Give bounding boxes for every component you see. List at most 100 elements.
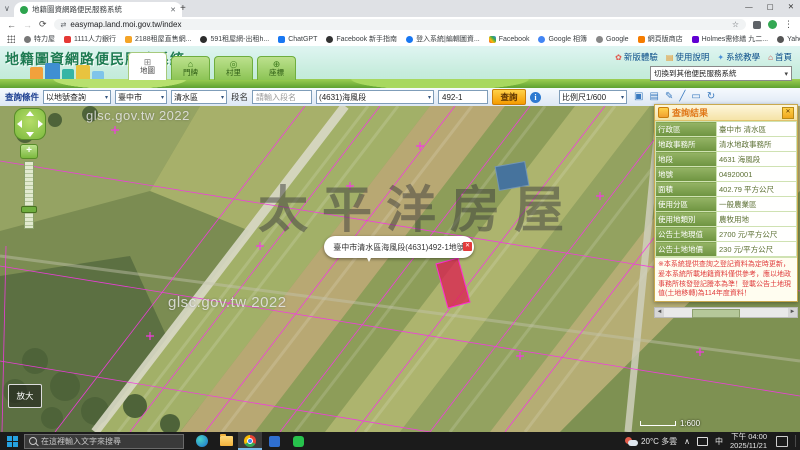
taskbar-mail-icon[interactable] — [262, 432, 286, 450]
scale-select[interactable]: 比例尺1/600▾ — [559, 90, 627, 104]
section-select[interactable]: (4631)海風段▾ — [316, 90, 434, 104]
switch-system-select[interactable]: 切換到其他便民服務系統 ▾ — [650, 66, 792, 81]
network-icon[interactable] — [697, 437, 708, 446]
link-instructions[interactable]: ▤使用說明 — [666, 51, 710, 63]
scroll-left-icon[interactable]: ◄ — [655, 308, 664, 317]
taskbar-apps — [190, 432, 310, 450]
bookmark-item[interactable]: 1111人力銀行 — [64, 34, 116, 44]
maximize-button[interactable]: ▢ — [767, 2, 774, 11]
clock[interactable]: 下午 04:00 2025/11/21 — [730, 432, 767, 450]
bookmark-item[interactable]: 2188租屋直售網... — [125, 34, 191, 44]
tray-expand-icon[interactable]: ∧ — [684, 437, 690, 446]
bookmark-favicon — [777, 36, 784, 43]
bookmark-favicon — [538, 36, 545, 43]
bookmark-item[interactable]: 登入系統|編輯圖資... — [406, 34, 480, 44]
scroll-right-icon[interactable]: ► — [788, 308, 797, 317]
header-links: ✿新版體驗 ▤使用說明 ✦系統教學 ⌂首頁 — [615, 51, 792, 63]
tab-close-icon[interactable]: ✕ — [170, 6, 176, 14]
bookmark-item[interactable]: 特力屋 — [24, 34, 55, 44]
reload-icon[interactable]: ⟳ — [39, 19, 47, 30]
panel-close-button[interactable]: ✕ — [782, 107, 794, 119]
forward-icon[interactable]: → — [23, 20, 32, 30]
taskbar-search-input[interactable]: 在這裡輸入文字來搜尋 — [24, 434, 184, 449]
district-select[interactable]: 清水區▾ — [171, 90, 227, 104]
bookmark-item[interactable]: ChatGPT — [278, 36, 317, 43]
taskbar-line-icon[interactable] — [286, 432, 310, 450]
link-new-version[interactable]: ✿新版體驗 — [615, 51, 658, 63]
bookmark-item[interactable]: Yahoo首頁 — [777, 34, 800, 44]
bookmark-favicon — [24, 36, 31, 43]
section-name-input[interactable]: 請輸入段名 — [252, 90, 312, 104]
bookmark-item[interactable]: Facebook 新手指南 — [326, 34, 397, 44]
parcel-number-input[interactable]: 492-1 — [438, 90, 488, 104]
profile-avatar[interactable] — [768, 20, 777, 29]
notification-icon[interactable] — [776, 436, 788, 447]
scroll-thumb[interactable] — [692, 309, 740, 318]
browser-toolbar: ← → ⟳ ⇄ easymap.land.moi.gov.tw/index ☆ … — [0, 17, 800, 32]
pan-right-icon[interactable] — [38, 120, 43, 128]
zoom-in-button[interactable]: + — [20, 144, 38, 159]
ime-indicator[interactable]: 中 — [715, 436, 723, 447]
zoom-handle[interactable] — [21, 206, 37, 213]
city-select[interactable]: 臺中市▾ — [115, 90, 167, 104]
callout-close-icon[interactable]: ✕ — [463, 242, 472, 251]
pan-control[interactable] — [14, 108, 46, 140]
link-tutorial[interactable]: ✦系統教學 — [717, 51, 760, 63]
extensions-icon[interactable] — [753, 21, 761, 29]
overview-zoom-box[interactable]: 放大 — [8, 384, 42, 408]
reset-icon[interactable]: ↻ — [707, 92, 715, 102]
url-bar[interactable]: ⇄ easymap.land.moi.gov.tw/index ☆ — [54, 19, 746, 30]
minimize-button[interactable]: — — [745, 2, 753, 11]
tab-search-icon[interactable]: ∨ — [4, 4, 10, 13]
section-name-label: 段名 — [231, 91, 248, 103]
scale-bar — [640, 421, 676, 426]
tab-map[interactable]: ⊞ 地圖 — [128, 52, 167, 80]
table-row: 公告土地現值2700 元/平方公尺 — [656, 227, 797, 242]
result-panel-header[interactable]: 查詢結果 ✕ — [655, 105, 797, 121]
print-icon[interactable]: ▤ — [649, 92, 658, 102]
back-icon[interactable]: ← — [7, 20, 16, 30]
pan-up-icon[interactable] — [26, 111, 34, 116]
close-button[interactable]: ✕ — [788, 2, 794, 11]
app-tabs: ⊞ 地圖 ⌂ 門牌 ◎ 村里 ⊕ 座標 — [128, 52, 296, 80]
scroll-track[interactable] — [664, 308, 788, 317]
draw-icon[interactable]: ✎ — [665, 92, 673, 102]
url-text[interactable]: easymap.land.moi.gov.tw/index — [70, 20, 727, 29]
bookmark-item[interactable]: Google 相簿 — [538, 34, 587, 44]
tab-door-number[interactable]: ⌂ 門牌 — [171, 56, 210, 80]
chevron-down-icon: ▾ — [221, 94, 224, 101]
bookmark-item[interactable]: Google — [596, 36, 629, 43]
measure-icon[interactable]: ╱ — [679, 92, 685, 102]
watermark-glsc: glsc.gov.tw 2022 — [168, 294, 287, 311]
browser-tab[interactable]: 地籍圖資網路便民服務系統 ✕ — [14, 2, 182, 17]
tab-coordinate[interactable]: ⊕ 座標 — [257, 56, 296, 80]
pan-left-icon[interactable] — [17, 120, 22, 128]
taskbar-chrome-icon[interactable] — [238, 432, 262, 450]
bookmark-item[interactable]: Holmes需修繕 九二... — [692, 34, 769, 44]
taskbar-edge-icon[interactable] — [190, 432, 214, 450]
bookmark-favicon — [125, 36, 132, 43]
info-icon[interactable]: i — [530, 92, 541, 103]
pan-down-icon[interactable] — [26, 132, 34, 137]
weather-widget[interactable]: 20°C 多雲 — [625, 436, 677, 447]
start-button[interactable] — [0, 436, 24, 447]
bookmark-item[interactable]: 591租屋網-出租h... — [200, 34, 269, 44]
apps-grid-icon[interactable] — [7, 35, 15, 43]
tab-village[interactable]: ◎ 村里 — [214, 56, 253, 80]
zoom-track[interactable] — [24, 161, 34, 229]
link-home[interactable]: ⌂首頁 — [768, 51, 792, 63]
new-tab-button[interactable]: + — [180, 3, 186, 14]
search-button[interactable]: 查詢 — [492, 89, 526, 105]
site-settings-icon[interactable]: ⇄ — [61, 21, 67, 29]
table-row: 使用分區一般農業區 — [656, 197, 797, 212]
taskbar-explorer-icon[interactable] — [214, 432, 238, 450]
bookmark-star-icon[interactable]: ☆ — [732, 20, 739, 29]
browser-menu-icon[interactable]: ⋮ — [784, 19, 793, 30]
new-window-icon[interactable]: ▣ — [634, 92, 643, 102]
panel-scrollbar[interactable]: ◄ ► — [654, 307, 798, 318]
bookmark-item[interactable]: Facebook — [489, 36, 530, 43]
query-type-select[interactable]: 以地號查詢▾ — [43, 90, 111, 104]
show-desktop-divider[interactable] — [795, 435, 796, 447]
select-area-icon[interactable]: ▭ — [691, 92, 700, 102]
bookmark-item[interactable]: 網頁版商店 — [638, 34, 683, 44]
